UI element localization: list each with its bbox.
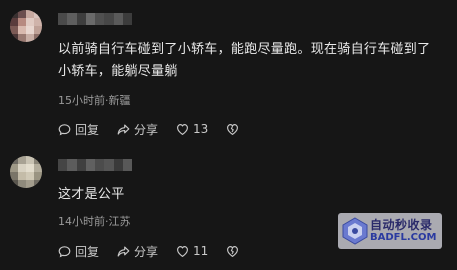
username-pixelated[interactable] <box>58 13 132 25</box>
broken-heart-icon <box>227 245 239 257</box>
reply-button[interactable]: 回复 <box>58 243 99 260</box>
comment-actions: 回复 分享 13 <box>58 121 261 137</box>
share-arrow-icon <box>117 245 130 257</box>
share-label: 分享 <box>134 122 159 137</box>
username-pixelated[interactable] <box>58 159 132 171</box>
like-count: 13 <box>193 122 209 136</box>
share-button[interactable]: 分享 <box>117 121 158 138</box>
reply-bubble-icon <box>58 123 71 135</box>
watermark-logo-icon <box>342 217 368 245</box>
like-count: 11 <box>193 244 209 258</box>
comment-text: 这才是公平 <box>58 187 125 202</box>
comment-text: 以前骑自行车碰到了小轿车，能跑尽量跑。现在骑自行车碰到了小轿车，能躺尽量躺 <box>58 42 431 79</box>
reply-bubble-icon <box>58 245 71 257</box>
avatar[interactable] <box>10 156 42 188</box>
watermark-domain: BADFL.COM <box>370 232 437 243</box>
share-button[interactable]: 分享 <box>117 243 158 260</box>
heart-icon <box>177 123 188 135</box>
reply-button[interactable]: 回复 <box>58 121 99 138</box>
like-button[interactable]: 13 <box>176 122 208 136</box>
avatar[interactable] <box>10 10 42 42</box>
broken-heart-icon <box>227 123 239 135</box>
like-button[interactable]: 11 <box>176 244 208 258</box>
comment-meta: 15小时前·新疆 <box>58 94 131 107</box>
watermark: 自动秒收录 BADFL.COM <box>338 213 442 249</box>
heart-icon <box>177 245 188 257</box>
dislike-button[interactable] <box>226 123 243 136</box>
share-label: 分享 <box>134 244 159 259</box>
dislike-button[interactable] <box>226 245 243 258</box>
comment-meta: 14小时前·江苏 <box>58 215 131 228</box>
comment-actions: 回复 分享 11 <box>58 243 261 259</box>
share-arrow-icon <box>117 123 130 135</box>
reply-label: 回复 <box>75 244 100 259</box>
watermark-title: 自动秒收录 <box>370 218 433 232</box>
reply-label: 回复 <box>75 122 100 137</box>
